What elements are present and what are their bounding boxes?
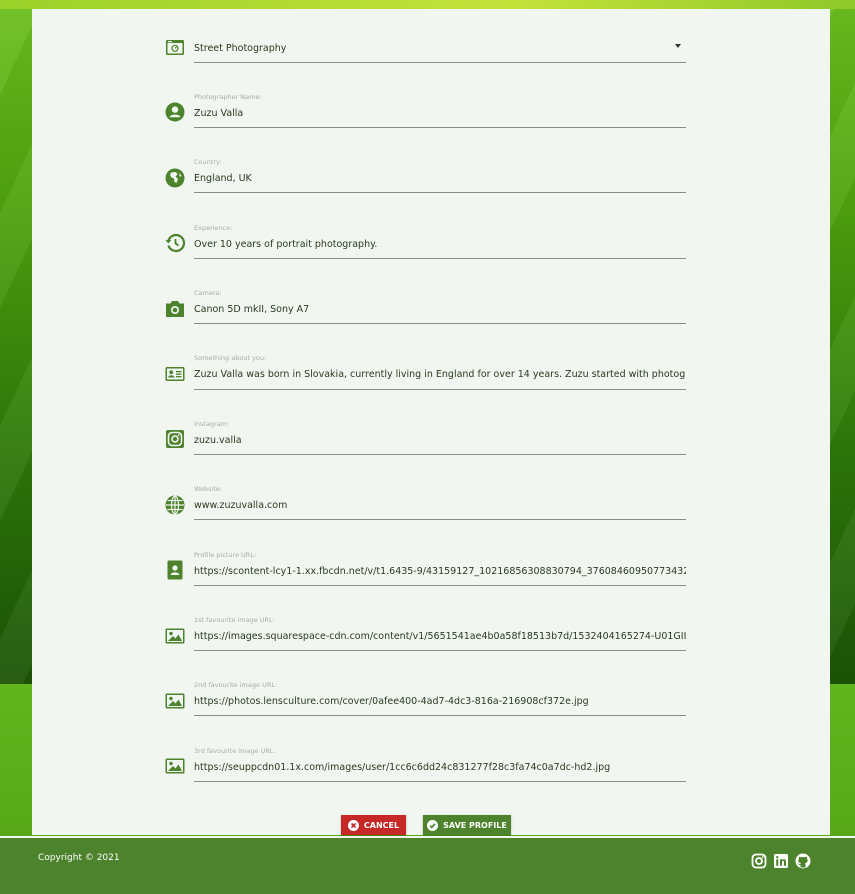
cancel-button-label: CANCEL xyxy=(363,820,400,830)
category-select[interactable]: Street Photography xyxy=(194,38,686,63)
photographer-name-row: Photographer Name: Zuzu Valla xyxy=(165,91,686,128)
camera-icon xyxy=(165,299,185,319)
instagram-label: Instagram: xyxy=(194,420,230,428)
camera-row: Camera: Canon 5D mkII, Sony A7 xyxy=(165,287,686,324)
experience-row: Experience: Over 10 years of portrait ph… xyxy=(165,222,686,259)
favourite-image-3-row: 3rd favourite image URL: https://seuppcd… xyxy=(165,745,686,782)
category-row: Street Photography xyxy=(165,38,686,63)
image-icon xyxy=(165,691,185,711)
category-select-value: Street Photography xyxy=(194,43,287,54)
favourite-image-3-field[interactable]: 3rd favourite image URL: https://seuppcd… xyxy=(194,745,686,782)
image-icon xyxy=(165,626,185,646)
experience-label: Experience: xyxy=(194,224,233,232)
profile-picture-row: Profile picture URL: https://scontent-lc… xyxy=(165,549,686,586)
check-circle-icon xyxy=(427,819,439,831)
social-links xyxy=(751,853,811,869)
website-field[interactable]: Website: www.zuzuvalla.com xyxy=(194,483,686,520)
image-icon xyxy=(165,756,185,776)
favourite-image-2-row: 2nd favourite image URL: https://photos.… xyxy=(165,679,686,716)
history-icon xyxy=(165,233,185,253)
camera-label: Camera: xyxy=(194,289,222,297)
website-row: Website: www.zuzuvalla.com xyxy=(165,483,686,520)
photographer-name-value: Zuzu Valla xyxy=(194,108,244,119)
globe-icon xyxy=(165,495,185,515)
instagram-value: zuzu.valla xyxy=(194,435,242,446)
github-icon[interactable] xyxy=(795,853,811,869)
profile-picture-field[interactable]: Profile picture URL: https://scontent-lc… xyxy=(194,549,686,586)
experience-field[interactable]: Experience: Over 10 years of portrait ph… xyxy=(194,222,686,259)
instagram-icon xyxy=(165,429,185,449)
camera-value: Canon 5D mkII, Sony A7 xyxy=(194,304,310,315)
website-label: Website: xyxy=(194,485,223,493)
cancel-circle-icon xyxy=(347,819,359,831)
favourite-image-1-value: https://images.squarespace-cdn.com/conte… xyxy=(194,631,686,642)
globe-africa-icon xyxy=(165,168,185,188)
country-row: Country: England, UK xyxy=(165,156,686,193)
favourite-image-1-row: 1st favourite image URL: https://images.… xyxy=(165,614,686,651)
favourite-image-3-value: https://seuppcdn01.1x.com/images/user/1c… xyxy=(194,762,611,773)
cancel-button[interactable]: CANCEL xyxy=(341,815,406,835)
about-row: Something about you: Zuzu Valla was born… xyxy=(165,352,686,390)
person-icon xyxy=(165,102,185,122)
instagram-icon[interactable] xyxy=(751,853,767,869)
instagram-field[interactable]: Instagram: zuzu.valla xyxy=(194,418,686,455)
favourite-image-1-field[interactable]: 1st favourite image URL: https://images.… xyxy=(194,614,686,651)
country-value: England, UK xyxy=(194,173,252,184)
linkedin-icon[interactable] xyxy=(773,853,789,869)
chevron-down-icon xyxy=(675,44,681,48)
id-card-icon xyxy=(165,364,185,384)
website-value: www.zuzuvalla.com xyxy=(194,500,288,511)
instagram-row: Instagram: zuzu.valla xyxy=(165,418,686,455)
country-field[interactable]: Country: England, UK xyxy=(194,156,686,193)
favourite-image-2-field[interactable]: 2nd favourite image URL: https://photos.… xyxy=(194,679,686,716)
about-field[interactable]: Something about you: Zuzu Valla was born… xyxy=(194,352,686,390)
favourite-image-2-label: 2nd favourite image URL: xyxy=(194,681,278,689)
favourite-image-2-value: https://photos.lensculture.com/cover/0af… xyxy=(194,696,589,707)
camera-field[interactable]: Camera: Canon 5D mkII, Sony A7 xyxy=(194,287,686,324)
profile-picture-value: https://scontent-lcy1-1.xx.fbcdn.net/v/t… xyxy=(194,566,686,577)
photographer-name-field[interactable]: Photographer Name: Zuzu Valla xyxy=(194,91,686,128)
about-label: Something about you: xyxy=(194,354,267,362)
save-profile-button-label: SAVE PROFILE xyxy=(443,820,507,830)
favourite-image-3-label: 3rd favourite image URL: xyxy=(194,747,276,755)
country-label: Country: xyxy=(194,158,222,166)
footer: Copyright © 2021 xyxy=(0,836,855,894)
copyright-text: Copyright © 2021 xyxy=(38,853,120,863)
save-profile-button[interactable]: SAVE PROFILE xyxy=(423,815,511,835)
portrait-icon xyxy=(165,560,185,580)
profile-picture-label: Profile picture URL: xyxy=(194,551,257,559)
top-strip xyxy=(0,0,855,9)
experience-value: Over 10 years of portrait photography. xyxy=(194,239,378,250)
camera-retro-icon xyxy=(165,38,185,58)
photographer-name-label: Photographer Name: xyxy=(194,93,262,101)
about-value: Zuzu Valla was born in Slovakia, current… xyxy=(194,369,686,380)
favourite-image-1-label: 1st favourite image URL: xyxy=(194,616,275,624)
